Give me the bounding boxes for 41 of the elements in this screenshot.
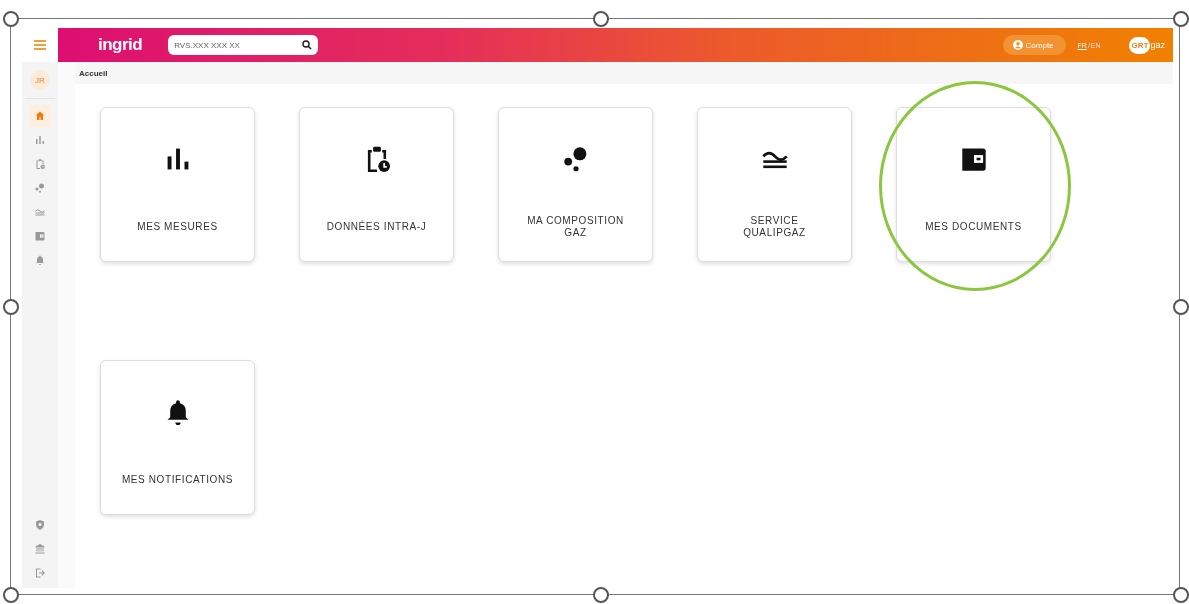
resize-handle[interactable] (1173, 11, 1189, 27)
tile-label: DONNÉES INTRA-J (326, 219, 427, 234)
search-icon[interactable] (302, 40, 313, 50)
wallet-icon (960, 146, 987, 172)
resize-handle[interactable] (593, 11, 609, 27)
resize-handle[interactable] (3, 587, 19, 603)
tile-label: MES NOTIFICATIONS (121, 473, 234, 487)
brand-logo-text: gaz (1150, 40, 1165, 50)
dots-icon (562, 146, 589, 172)
menu-tile[interactable]: MES MESURES (100, 107, 255, 262)
menu-tile[interactable]: DONNÉES INTRA-J (299, 107, 454, 262)
menu-tile[interactable]: MES NOTIFICATIONS (100, 360, 255, 515)
brand-logo-mark: GRT (1128, 36, 1151, 54)
menu-icon (34, 40, 46, 50)
menu-tile[interactable]: MES DOCUMENTS (896, 107, 1051, 262)
resize-handle[interactable] (593, 587, 609, 603)
bar-chart-icon (35, 135, 45, 145)
resize-handle[interactable] (3, 11, 19, 27)
search-field[interactable]: RVS.XXX XXX XX (168, 35, 319, 55)
breadcrumb[interactable]: Accueil (79, 68, 108, 78)
menu-tile[interactable]: MA COMPOSITION GAZ (498, 107, 653, 262)
tile-label: MES MESURES (137, 220, 218, 234)
menu-tile[interactable]: SERVICE QUALIPGAZ (697, 107, 852, 262)
wallet-icon (35, 231, 45, 241)
app-logo: ingrid (98, 35, 143, 55)
waves-icon (35, 207, 45, 217)
bell-icon (35, 255, 45, 265)
resize-handle[interactable] (1173, 299, 1189, 315)
tile-label: SERVICE QUALIPGAZ (742, 214, 807, 240)
clipboard-clock-icon (35, 159, 45, 169)
user-icon (1012, 40, 1023, 50)
resize-handle[interactable] (1173, 587, 1189, 603)
shield-icon (35, 520, 45, 530)
tile-label: MA COMPOSITION GAZ (526, 214, 625, 240)
tile-label: MES DOCUMENTS (925, 220, 1022, 234)
sidebar-item[interactable] (29, 105, 51, 127)
resize-handle[interactable] (3, 299, 19, 315)
logout-icon (35, 568, 45, 578)
dots-icon (35, 183, 45, 193)
home-icon (35, 111, 45, 121)
bank-icon (35, 544, 45, 554)
